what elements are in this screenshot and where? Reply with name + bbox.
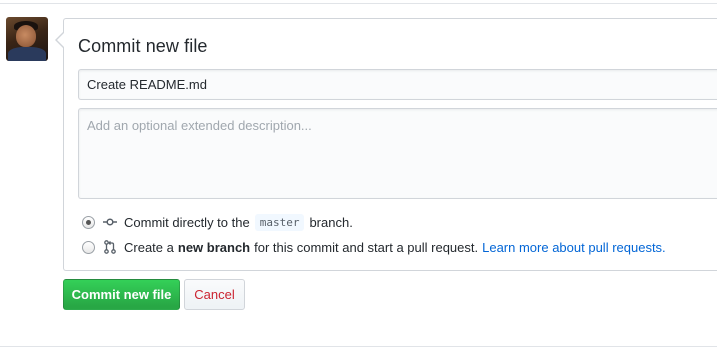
learn-more-pull-requests-link[interactable]: Learn more about pull requests. bbox=[482, 240, 666, 255]
avatar[interactable] bbox=[6, 17, 48, 61]
branch-name-badge: master bbox=[254, 213, 305, 231]
new-branch-option[interactable]: Create a new branch for this commit and … bbox=[80, 239, 666, 255]
commit-new-file-button[interactable]: Commit new file bbox=[63, 279, 180, 310]
commit-title: Commit new file bbox=[78, 36, 208, 56]
commit-summary-input[interactable] bbox=[78, 69, 717, 100]
avatar-shirt bbox=[8, 47, 46, 61]
commit-direct-option[interactable]: Commit directly to the master branch. bbox=[80, 213, 353, 231]
new-branch-bold-text: new branch bbox=[177, 239, 251, 255]
top-divider bbox=[0, 3, 717, 4]
avatar-face bbox=[16, 25, 36, 47]
commit-direct-text-after: branch. bbox=[309, 214, 353, 230]
new-branch-radio[interactable] bbox=[82, 240, 95, 254]
bottom-divider bbox=[0, 346, 717, 347]
commit-description-textarea[interactable] bbox=[78, 108, 717, 199]
git-commit-icon bbox=[103, 215, 117, 229]
panel-pointer-fill bbox=[57, 33, 64, 47]
git-pull-request-icon bbox=[103, 240, 117, 254]
commit-direct-text: Commit directly to the bbox=[124, 214, 250, 230]
new-branch-text-after: for this commit and start a pull request… bbox=[254, 239, 479, 255]
cancel-button[interactable]: Cancel bbox=[184, 279, 245, 310]
new-branch-text: Create a bbox=[124, 239, 174, 255]
commit-direct-radio[interactable] bbox=[82, 215, 95, 229]
